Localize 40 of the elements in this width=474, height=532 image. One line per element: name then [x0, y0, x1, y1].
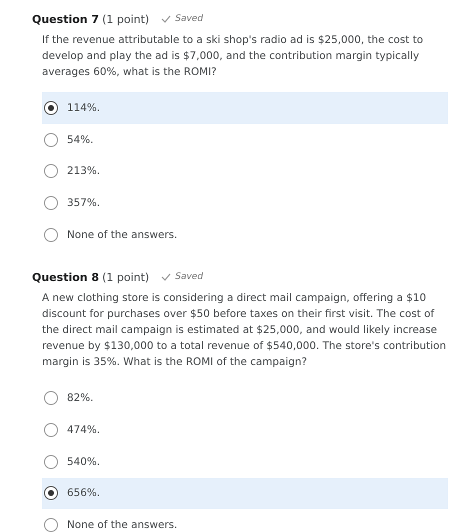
option-label: 54%.: [67, 134, 94, 146]
answer-option[interactable]: 82%.: [42, 382, 448, 414]
answer-option[interactable]: 114%.: [42, 92, 448, 124]
answer-option[interactable]: 656%.: [42, 478, 448, 510]
option-label: None of the answers.: [67, 519, 178, 532]
answer-option[interactable]: 474%.: [42, 414, 448, 446]
option-label: 213%.: [67, 165, 100, 178]
radio-button[interactable]: [44, 518, 58, 532]
saved-status: Saved: [175, 14, 204, 24]
answer-option[interactable]: 357%.: [42, 187, 448, 219]
question-points: (1 point): [102, 270, 150, 284]
option-label: None of the answers.: [67, 228, 178, 241]
question-title: Question 7: [32, 12, 100, 26]
radio-button[interactable]: [44, 486, 58, 500]
radio-button[interactable]: [44, 454, 58, 469]
radio-button[interactable]: [44, 132, 58, 147]
question-points: (1 point): [102, 12, 150, 26]
radio-button[interactable]: [44, 100, 58, 115]
answer-option[interactable]: None of the answers.: [42, 218, 448, 250]
answer-option[interactable]: 213%.: [42, 155, 448, 188]
saved-status: Saved: [175, 272, 204, 282]
option-label: 474%.: [67, 424, 100, 436]
question-title: Question 8: [32, 270, 100, 284]
question-text: A new clothing store is considering a direct mail campaign, offering a $10 discount for purchases over $50 before taxes on their first visit. The cost of the direct mail campaign is estimated at $25,000, and would likely increase revenue by $130,000 to a total revenue of $540,000. The store's contribution margin is 35%. What is the ROMI of the campaign?: [42, 291, 448, 370]
checkmark-icon: [161, 273, 172, 282]
radio-button[interactable]: [44, 196, 58, 210]
answer-option[interactable]: 540%.: [42, 446, 448, 478]
answer-option[interactable]: None of the answers.: [42, 509, 448, 532]
radio-button[interactable]: [44, 391, 58, 406]
question-text: If the revenue attributable to a ski shop's radio ad is $25,000, the cost to develop and play the ad is $7,000, and the contribution margin typically averages 60%, what is the ROMI?: [42, 33, 424, 80]
option-label: 114%.: [67, 102, 100, 114]
answer-option[interactable]: 54%.: [42, 124, 448, 156]
option-label: 82%.: [67, 392, 94, 404]
radio-button[interactable]: [44, 164, 58, 178]
option-label: 540%.: [67, 456, 100, 468]
radio-button[interactable]: [44, 228, 58, 242]
checkmark-icon: [161, 15, 172, 23]
option-label: 357%.: [67, 196, 100, 209]
radio-button[interactable]: [44, 422, 58, 437]
option-label: 656%.: [67, 487, 100, 500]
